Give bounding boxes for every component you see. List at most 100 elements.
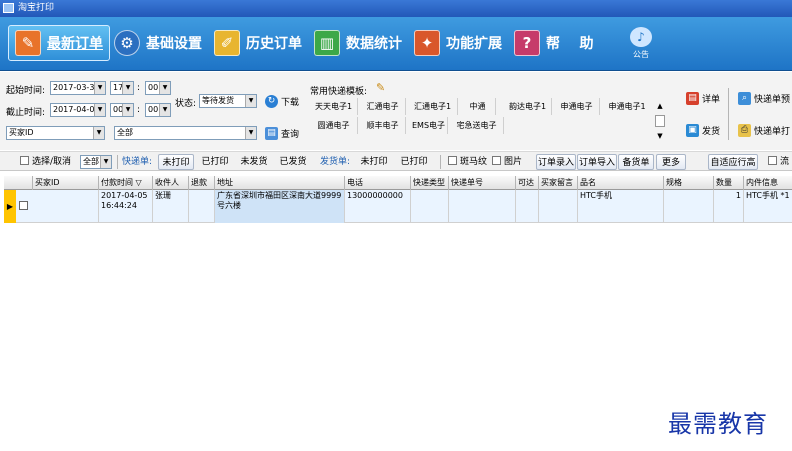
order-entry-button[interactable]: 订单录入 [536, 154, 576, 170]
express-template-item[interactable]: EMS电子 [408, 117, 448, 134]
nav-extensions[interactable]: ✦ 功能扩展 [408, 25, 508, 61]
header-phone[interactable]: 电话 [345, 176, 411, 190]
header-contents[interactable]: 内件信息 [744, 176, 792, 190]
dropdown-arrow-icon: ▼ [94, 82, 105, 94]
filter-shipped-button[interactable]: 已发货 [276, 154, 310, 170]
filter-unprinted-button[interactable]: 未打印 [158, 154, 194, 170]
header-quantity[interactable]: 数量 [714, 176, 744, 190]
dropdown-arrow-icon: ▼ [122, 82, 133, 94]
header-buyer-id[interactable]: 买家ID [33, 176, 99, 190]
nav-basic-settings[interactable]: ⚙ 基础设置 [108, 25, 208, 61]
speaker-icon: ♪ [630, 27, 652, 47]
filter-not-shipped-button[interactable]: 未发货 [237, 154, 271, 170]
express-print-button[interactable]: ⎙ 快递单打 [738, 124, 790, 137]
help-icon: ? [514, 30, 540, 56]
end-hour-select[interactable]: 00 ▼ [110, 103, 134, 117]
query-button[interactable]: ▤ 查询 [265, 127, 299, 140]
cell-reachable [516, 190, 539, 223]
nav-statistics[interactable]: ▥ 数据统计 [308, 25, 408, 61]
detail-button[interactable]: ▤ 详单 [686, 92, 720, 105]
zebra-toggle[interactable]: 斑马纹 [448, 154, 487, 170]
header-spec[interactable]: 规格 [664, 176, 714, 190]
end-minute-select[interactable]: 00 ▼ [145, 103, 171, 117]
cell-buyer-message [539, 190, 578, 223]
settings-gear-icon: ⚙ [114, 30, 140, 56]
express-template-item[interactable]: 申通电子 [554, 98, 600, 115]
scroll-thumb[interactable] [655, 115, 665, 127]
trailing-toggle[interactable]: 流 [768, 154, 789, 170]
main-navbar: ✎ 最新订单 ⚙ 基础设置 ✐ 历史订单 ▥ 数据统计 ✦ 功能扩展 ? 帮 助… [0, 17, 792, 71]
watermark-text: 最需教育 [668, 410, 768, 438]
header-buyer-message[interactable]: 买家留言 [539, 176, 578, 190]
table-row[interactable]: ▶ 2017-04-05 16:44:24 张珊 广东省深圳市福田区深南大道99… [4, 190, 792, 223]
order-import-button[interactable]: 订单导入 [577, 154, 617, 170]
templates-scrollbar[interactable]: ▲ ▼ [655, 100, 665, 144]
start-date-picker[interactable]: 2017-03-31 ▼ [50, 81, 106, 95]
stock-list-button[interactable]: 备货单 [618, 154, 654, 170]
dropdown-arrow-icon: ▼ [100, 156, 111, 168]
start-minute-select[interactable]: 00 ▼ [145, 81, 171, 95]
checkbox[interactable] [448, 156, 457, 165]
express-template-item[interactable]: 汇通电子1 [408, 98, 458, 115]
image-toggle[interactable]: 图片 [492, 154, 522, 170]
search-value-select[interactable]: 全部 ▼ [114, 126, 257, 140]
nav-latest-orders[interactable]: ✎ 最新订单 [8, 25, 110, 61]
nav-history-orders[interactable]: ✐ 历史订单 [208, 25, 308, 61]
time-colon: : [137, 105, 141, 115]
status-select[interactable]: 等待发货 ▼ [199, 94, 257, 108]
express-template-item[interactable]: 中通 [460, 98, 496, 115]
dropdown-arrow-icon: ▼ [159, 104, 170, 116]
header-refund[interactable]: 退款 [189, 176, 215, 190]
end-date-picker[interactable]: 2017-04-07 ▼ [50, 103, 106, 117]
header-address[interactable]: 地址 [215, 176, 345, 190]
divider [440, 155, 441, 169]
header-reachable[interactable]: 可达 [516, 176, 539, 190]
filter-printed-button[interactable]: 已打印 [198, 154, 232, 170]
sort-arrow-icon: ▽ [135, 178, 142, 187]
express-template-item[interactable]: 申通电子1 [602, 98, 652, 115]
window-titlebar: 淘宝打印 [0, 0, 792, 17]
express-template-item[interactable]: 汇通电子 [360, 98, 406, 115]
scroll-down-icon[interactable]: ▼ [655, 130, 665, 142]
grid-header: 买家ID 付款时间 ▽ 收件人 退款 地址 电话 快递类型 快递单号 可达 买家… [4, 176, 792, 190]
end-time-label: 截止时间: [6, 108, 46, 118]
search-field-select[interactable]: 买家ID ▼ [6, 126, 105, 140]
checkbox[interactable] [768, 156, 777, 165]
express-template-item[interactable]: 天天电子1 [310, 98, 358, 115]
scope-select[interactable]: 全部 ▼ [80, 155, 112, 169]
header-pay-time[interactable]: 付款时间 ▽ [99, 176, 153, 190]
auto-fit-row-height-button[interactable]: 自适应行高 [708, 154, 758, 170]
header-tracking-number[interactable]: 快递单号 [449, 176, 516, 190]
express-template-item[interactable]: 韵达电子1 [504, 98, 552, 115]
cell-refund [189, 190, 215, 223]
start-hour-select[interactable]: 17 ▼ [110, 81, 134, 95]
express-template-item[interactable]: 宅急送电子 [450, 117, 504, 134]
express-preview-button[interactable]: ⌕ 快递单预 [738, 92, 790, 105]
nav-help[interactable]: ? 帮 助 [508, 25, 600, 61]
detail-doc-icon: ▤ [686, 92, 699, 105]
invoice-unprinted-button[interactable]: 未打印 [356, 154, 392, 170]
more-button[interactable]: 更多 [656, 154, 686, 170]
checkbox[interactable] [20, 156, 29, 165]
cell-contents: HTC手机 *1 [746, 191, 790, 200]
ship-button[interactable]: ▣ 发货 [686, 124, 720, 137]
cell-quantity: 1 [714, 190, 744, 223]
announcement-button[interactable]: ♪ 公告 [626, 27, 656, 61]
row-checkbox[interactable] [19, 201, 28, 210]
express-template-item[interactable]: 圆通电子 [310, 117, 358, 134]
express-template-item[interactable]: 顺丰电子 [360, 117, 406, 134]
invoice-printed-button[interactable]: 已打印 [396, 154, 432, 170]
header-product-name[interactable]: 品名 [578, 176, 664, 190]
cell-product-name: HTC手机 [578, 190, 664, 223]
cell-address[interactable]: 广东省深圳市福田区深南大道9999号六楼 [215, 190, 345, 223]
divider [728, 88, 729, 140]
select-all-toggle[interactable]: 选择/取消 [20, 154, 71, 170]
checkbox[interactable] [492, 156, 501, 165]
scroll-up-icon[interactable]: ▲ [655, 100, 665, 112]
header-recipient[interactable]: 收件人 [153, 176, 189, 190]
header-express-type[interactable]: 快递类型 [411, 176, 449, 190]
cell-express-type [411, 190, 449, 223]
edit-templates-icon[interactable]: ✎ [376, 81, 385, 94]
download-button[interactable]: ↻ 下载 [265, 95, 299, 108]
cell-phone: 13000000000 [345, 190, 411, 223]
